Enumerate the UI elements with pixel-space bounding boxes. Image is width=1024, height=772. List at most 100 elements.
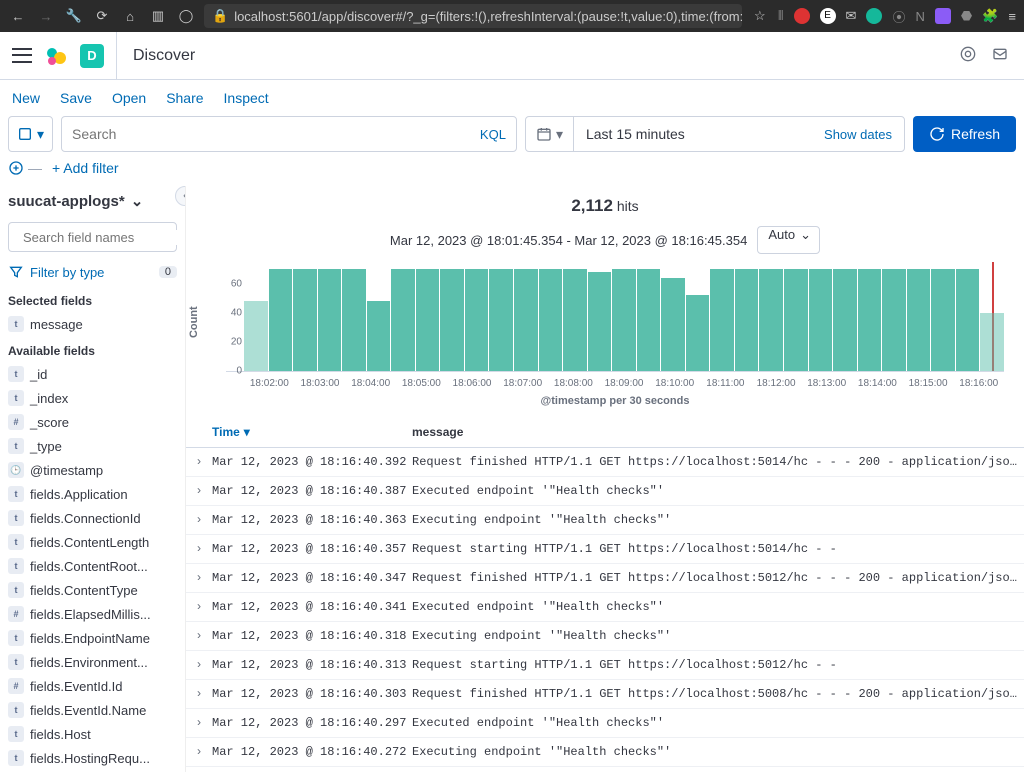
shield-icon[interactable]: ◯ [176,8,196,24]
histogram-bar[interactable] [907,269,931,371]
histogram-bar[interactable] [318,269,342,371]
sidebar-icon[interactable]: ▥ [148,8,168,24]
hamburger-menu[interactable] [12,46,32,66]
histogram-bar[interactable] [784,269,808,371]
expand-row-button[interactable]: › [186,745,212,759]
reload-icon[interactable]: ⟳ [92,8,112,24]
ext-icon[interactable] [935,8,951,24]
share-link[interactable]: Share [166,90,203,106]
column-message[interactable]: message [412,425,1024,439]
histogram-bar[interactable] [539,269,563,371]
field-item[interactable]: tfields.ConnectionId [8,506,177,530]
index-pattern-selector[interactable]: suucat-applogs* ⌄ [8,186,177,216]
ext-icon[interactable]: N [915,9,924,24]
field-item[interactable]: tfields.EventId.Name [8,698,177,722]
histogram-bar[interactable] [661,278,685,371]
histogram-bar[interactable] [440,269,464,371]
histogram-bar[interactable] [244,301,268,371]
field-item[interactable]: tfields.ContentRoot... [8,554,177,578]
expand-row-button[interactable]: › [186,455,212,469]
bookmark-icon[interactable]: ☆ [750,8,770,24]
refresh-button[interactable]: Refresh [913,116,1016,152]
histogram-bar[interactable] [710,269,734,371]
date-range-display[interactable]: Last 15 minutes Show dates [574,117,904,151]
kql-toggle[interactable]: KQL [480,127,506,142]
field-item[interactable]: tfields.ContentLength [8,530,177,554]
ext-icon[interactable] [794,8,810,24]
home-icon[interactable]: ⌂ [120,9,140,24]
search-input[interactable] [72,126,480,142]
histogram-bar[interactable] [735,269,759,371]
histogram-bar[interactable] [612,269,636,371]
field-item[interactable]: t_type [8,434,177,458]
field-item[interactable]: #_score [8,410,177,434]
field-search-input[interactable] [23,230,185,245]
inspect-link[interactable]: Inspect [224,90,269,106]
ext-icon[interactable]: ⦀ [778,8,784,24]
expand-row-button[interactable]: › [186,513,212,527]
field-item[interactable]: #fields.ElapsedMillis... [8,602,177,626]
ext-icon[interactable]: E [820,8,836,24]
histogram-bar[interactable] [588,272,612,371]
expand-row-button[interactable]: › [186,716,212,730]
ext-icon[interactable]: ⬣ [961,8,972,24]
histogram-bar[interactable] [833,269,857,371]
filter-by-type-button[interactable]: Filter by type 0 [8,258,177,286]
histogram-bar[interactable] [980,313,1004,371]
histogram-bar[interactable] [956,269,980,371]
ext-icon[interactable]: ⦿ [892,7,905,26]
field-item[interactable]: tmessage [8,312,177,336]
histogram-bar[interactable] [489,269,513,371]
save-link[interactable]: Save [60,90,92,106]
puzzle-icon[interactable]: 🧩 [982,8,998,24]
field-item[interactable]: tfields.Environment... [8,650,177,674]
histogram-bar[interactable] [416,269,440,371]
histogram-bar[interactable] [759,269,783,371]
histogram-bar[interactable] [342,269,366,371]
histogram-bar[interactable] [269,269,293,371]
column-time[interactable]: Time ▾ [212,425,412,439]
ext-icon[interactable]: ✉ [846,8,857,24]
expand-row-button[interactable]: › [186,484,212,498]
field-item[interactable]: t_id [8,362,177,386]
histogram-chart[interactable]: Count 0204060 18:02:0018:03:0018:04:0018… [186,262,1024,417]
back-icon[interactable]: ← [8,9,28,24]
query-options-button[interactable]: ▾ [8,116,53,152]
interval-select[interactable]: Auto ⌄ [757,226,820,254]
expand-row-button[interactable]: › [186,629,212,643]
expand-row-button[interactable]: › [186,658,212,672]
histogram-bar[interactable] [293,269,317,371]
histogram-bar[interactable] [637,269,661,371]
histogram-bar[interactable] [514,269,538,371]
histogram-bar[interactable] [931,269,955,371]
menu-icon[interactable]: ≡ [1008,9,1016,24]
expand-row-button[interactable]: › [186,542,212,556]
histogram-bar[interactable] [809,269,833,371]
field-item[interactable]: tfields.ContentType [8,578,177,602]
url-bar[interactable]: 🔒 localhost:5601/app/discover#/?_g=(filt… [204,4,742,28]
field-item[interactable]: tfields.Application [8,482,177,506]
open-link[interactable]: Open [112,90,146,106]
devtools-icon[interactable]: 🔧 [64,8,84,24]
field-item[interactable]: #fields.EventId.Id [8,674,177,698]
expand-row-button[interactable]: › [186,600,212,614]
filter-settings-button[interactable]: — [8,160,42,176]
histogram-bar[interactable] [686,295,710,371]
histogram-bar[interactable] [563,269,587,371]
search-box[interactable]: KQL [61,116,517,152]
help-icon[interactable] [960,46,980,66]
calendar-button[interactable]: ▾ [526,117,574,151]
elastic-logo-icon[interactable] [44,44,68,68]
expand-row-button[interactable]: › [186,687,212,701]
field-item[interactable]: tfields.Host [8,722,177,746]
field-item[interactable]: tfields.EndpointName [8,626,177,650]
field-search-box[interactable] [8,222,177,252]
add-filter-button[interactable]: + Add filter [52,160,119,176]
histogram-bar[interactable] [391,269,415,371]
histogram-bar[interactable] [858,269,882,371]
expand-row-button[interactable]: › [186,571,212,585]
field-item[interactable]: 🕒@timestamp [8,458,177,482]
newsfeed-icon[interactable] [992,46,1012,66]
show-dates-link[interactable]: Show dates [824,127,892,142]
histogram-bar[interactable] [882,269,906,371]
